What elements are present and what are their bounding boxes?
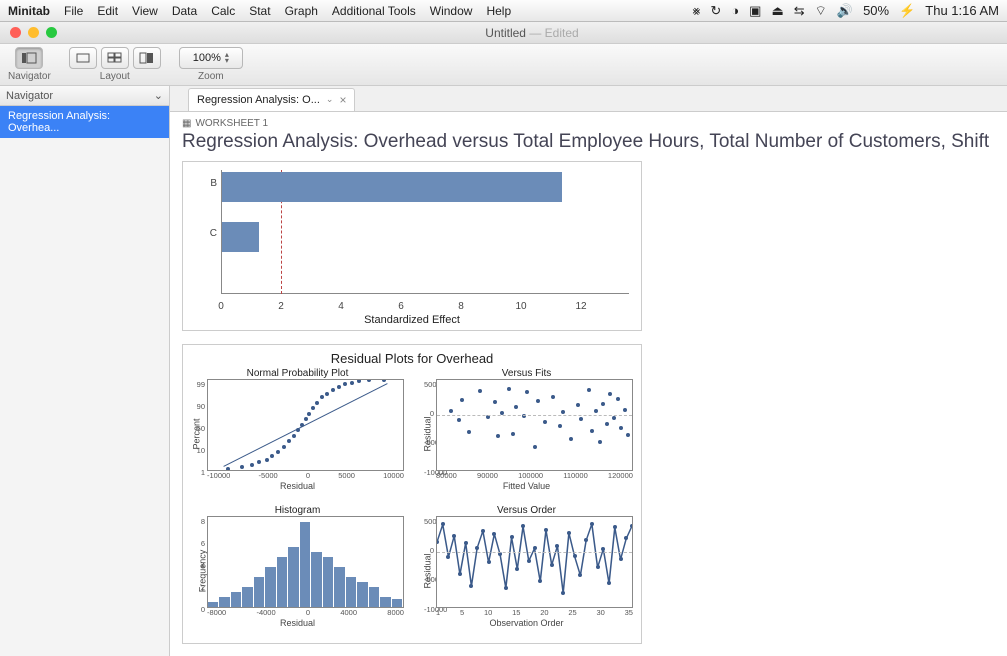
menu-help[interactable]: Help [486, 4, 511, 18]
pareto-chart[interactable]: B C 0 2 4 6 8 10 12 Standardized Effect [182, 161, 642, 331]
versus-order-plot: Versus Order Residual 5000 0 -5000 -1000… [416, 505, 637, 638]
layout-single-icon [75, 52, 91, 64]
dropbox-icon[interactable]: ⨳ [692, 3, 700, 19]
menu-stat[interactable]: Stat [249, 4, 270, 18]
versus-fits-plot: Versus Fits Residual 5000 0 -5000 -10000… [416, 368, 637, 501]
navigator-toolgroup: Navigator [8, 47, 51, 82]
sidebar-item-regression[interactable]: Regression Analysis: Overhea... [0, 106, 169, 138]
chevron-down-icon: ⌄ [154, 89, 163, 102]
menu-calc[interactable]: Calc [211, 4, 235, 18]
histogram-plot: Histogram Frequency 8 6 4 2 0 -8000 -4 [187, 505, 408, 638]
connect-icon[interactable]: ⇆ [794, 3, 805, 19]
zoom-window-button[interactable] [46, 27, 57, 38]
sync-icon[interactable]: ↻ [710, 3, 721, 19]
app-toolbar: Navigator Layout 100% ▴▾ Zoom [0, 44, 1007, 86]
pareto-xlabel: Standardized Effect [364, 314, 460, 326]
traffic-lights [10, 27, 57, 38]
content-area: Navigator ⌄ Regression Analysis: Overhea… [0, 86, 1007, 656]
battery-icon[interactable]: ⚡ [899, 3, 915, 19]
wifi-icon[interactable]: ⌔ [815, 3, 827, 19]
tab-regression-analysis[interactable]: Regression Analysis: O... ⌄ × [188, 88, 355, 111]
window-title: Untitled — Edited [57, 26, 1007, 40]
document-area: ▦ WORKSHEET 1 Regression Analysis: Overh… [170, 112, 1007, 656]
menu-file[interactable]: File [64, 4, 83, 18]
menu-graph[interactable]: Graph [285, 4, 318, 18]
grid-icon: ▦ [182, 118, 191, 129]
analysis-headline: Regression Analysis: Overhead versus Tot… [182, 131, 995, 153]
volume-icon[interactable]: 🔊 [837, 3, 853, 19]
zoom-label: Zoom [198, 71, 224, 82]
stepper-icon: ▴▾ [225, 52, 229, 64]
worksheet-label: ▦ WORKSHEET 1 [182, 118, 995, 129]
airplay-icon[interactable]: ⏏ [771, 3, 783, 19]
layout-grid-icon [107, 52, 123, 64]
sidebar-icon [21, 52, 37, 64]
tab-close-icon[interactable]: × [339, 93, 346, 107]
minimize-window-button[interactable] [28, 27, 39, 38]
tab-label: Regression Analysis: O... [197, 94, 320, 106]
tab-row: Regression Analysis: O... ⌄ × [170, 86, 1007, 112]
macos-menubar: Minitab File Edit View Data Calc Stat Gr… [0, 0, 1007, 22]
residual-plots[interactable]: Residual Plots for Overhead Normal Proba… [182, 344, 642, 644]
layout-split-icon [139, 52, 155, 64]
tab-dropdown-icon[interactable]: ⌄ [326, 94, 334, 105]
menu-additional-tools[interactable]: Additional Tools [332, 4, 416, 18]
window-titlebar: Untitled — Edited [0, 22, 1007, 44]
menu-view[interactable]: View [132, 4, 158, 18]
zoom-toolgroup: 100% ▴▾ Zoom [179, 47, 243, 82]
layout-label: Layout [100, 71, 130, 82]
video-icon[interactable]: ▣ [749, 3, 761, 19]
menu-window[interactable]: Window [430, 4, 473, 18]
battery-percent[interactable]: 50% [863, 3, 889, 18]
normal-probability-plot: Normal Probability Plot Percent 99 90 50… [187, 368, 408, 501]
location-icon[interactable]: ◑ [731, 3, 739, 18]
navigator-label: Navigator [8, 71, 51, 82]
clock[interactable]: Thu 1:16 AM [925, 3, 999, 18]
layout-toolgroup: Layout [69, 47, 161, 82]
zoom-combobox[interactable]: 100% ▴▾ [179, 47, 243, 69]
main-pane: Regression Analysis: O... ⌄ × ▦ WORKSHEE… [170, 86, 1007, 656]
sidebar-header[interactable]: Navigator ⌄ [0, 86, 169, 106]
layout-split-button[interactable] [133, 47, 161, 69]
layout-grid-button[interactable] [101, 47, 129, 69]
close-window-button[interactable] [10, 27, 21, 38]
app-name[interactable]: Minitab [8, 4, 50, 18]
navigator-sidebar: Navigator ⌄ Regression Analysis: Overhea… [0, 86, 170, 656]
residual-title: Residual Plots for Overhead [187, 351, 637, 366]
sidebar-item-label: Regression Analysis: Overhea... [8, 110, 110, 134]
menu-data[interactable]: Data [172, 4, 197, 18]
zoom-value: 100% [193, 52, 221, 64]
layout-single-button[interactable] [69, 47, 97, 69]
navigator-toggle-button[interactable] [15, 47, 43, 69]
menu-edit[interactable]: Edit [97, 4, 118, 18]
sidebar-header-label: Navigator [6, 90, 53, 102]
